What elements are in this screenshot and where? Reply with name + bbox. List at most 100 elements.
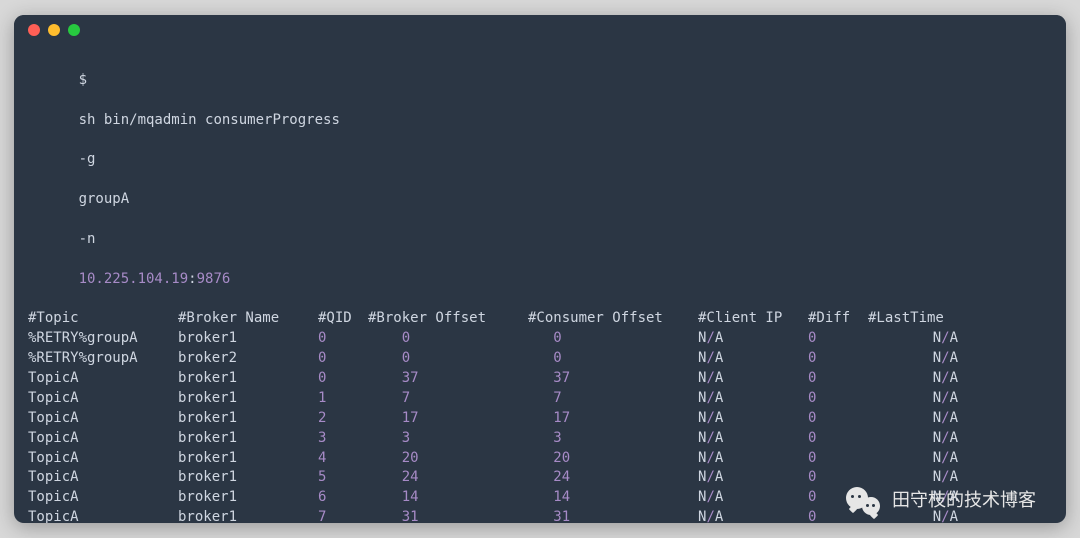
- cell-topic: TopicA: [28, 488, 178, 508]
- numeric-value: 0: [528, 329, 698, 349]
- numeric-value: 3: [528, 429, 698, 449]
- cell-topic: TopicA: [28, 508, 178, 523]
- numeric-value: 17: [368, 409, 528, 429]
- numeric-value: 24: [368, 468, 528, 488]
- numeric-value: 2: [318, 409, 368, 429]
- numeric-value: 0: [528, 349, 698, 369]
- numeric-value: 14: [528, 488, 698, 508]
- numeric-value: 17: [528, 409, 698, 429]
- cell-topic: TopicA: [28, 389, 178, 409]
- numeric-value: 7: [318, 508, 368, 523]
- numeric-value: 1: [318, 389, 368, 409]
- na-value: N/A: [698, 429, 808, 449]
- na-value: N/A: [698, 329, 808, 349]
- numeric-value: 4: [318, 449, 368, 469]
- numeric-value: 20: [368, 449, 528, 469]
- na-value: N/A: [698, 468, 808, 488]
- na-value: N/A: [868, 369, 958, 389]
- na-value: N/A: [868, 449, 958, 469]
- numeric-value: 31: [368, 508, 528, 523]
- header-diff: #Diff: [808, 309, 868, 329]
- table-row: TopicAbroker16 14 14N/A0N/A: [28, 488, 1052, 508]
- cell-broker: broker1: [178, 389, 318, 409]
- numeric-value: 0: [808, 449, 868, 469]
- flag-g: -g: [79, 151, 96, 167]
- na-value: N/A: [868, 349, 958, 369]
- header-broker-name: #Broker Name: [178, 309, 318, 329]
- na-value: N/A: [868, 508, 958, 523]
- cell-topic: TopicA: [28, 409, 178, 429]
- header-consumer-offset: #Consumer Offset: [528, 309, 698, 329]
- numeric-value: 31: [528, 508, 698, 523]
- arg-group: groupA: [79, 191, 130, 207]
- numeric-value: 0: [318, 369, 368, 389]
- header-last-time: #LastTime: [868, 309, 958, 329]
- numeric-value: 0: [368, 329, 528, 349]
- table-row: TopicAbroker12 17 17N/A0N/A: [28, 409, 1052, 429]
- numeric-value: 5: [318, 468, 368, 488]
- window-minimize-button[interactable]: [48, 24, 60, 36]
- numeric-value: 0: [808, 369, 868, 389]
- numeric-value: 7: [528, 389, 698, 409]
- cell-topic: %RETRY%groupA: [28, 329, 178, 349]
- table-row: %RETRY%groupAbroker20 0 0N/A0N/A: [28, 349, 1052, 369]
- numeric-value: 0: [808, 329, 868, 349]
- numeric-value: 0: [808, 508, 868, 523]
- numeric-value: 0: [808, 488, 868, 508]
- cell-broker: broker1: [178, 329, 318, 349]
- titlebar: [14, 15, 1066, 45]
- cell-topic: TopicA: [28, 468, 178, 488]
- numeric-value: 0: [808, 349, 868, 369]
- header-qid: #QID: [318, 309, 368, 329]
- numeric-value: 0: [808, 409, 868, 429]
- numeric-value: 20: [528, 449, 698, 469]
- na-value: N/A: [868, 429, 958, 449]
- table-body: %RETRY%groupAbroker10 0 0N/A0N/A%RETRY%g…: [28, 329, 1052, 523]
- command-line: $ sh bin/mqadmin consumerProgress -g gro…: [28, 51, 1052, 309]
- numeric-value: 6: [318, 488, 368, 508]
- numeric-value: 7: [368, 389, 528, 409]
- table-row: TopicAbroker17 31 31N/A0N/A: [28, 508, 1052, 523]
- na-value: N/A: [698, 508, 808, 523]
- na-value: N/A: [868, 329, 958, 349]
- na-value: N/A: [698, 389, 808, 409]
- numeric-value: 3: [368, 429, 528, 449]
- numeric-value: 0: [808, 429, 868, 449]
- cell-broker: broker2: [178, 349, 318, 369]
- na-value: N/A: [868, 488, 958, 508]
- table-row: %RETRY%groupAbroker10 0 0N/A0N/A: [28, 329, 1052, 349]
- numeric-value: 14: [368, 488, 528, 508]
- table-row: TopicAbroker11 7 7N/A0N/A: [28, 389, 1052, 409]
- cell-broker: broker1: [178, 468, 318, 488]
- table-row: TopicAbroker14 20 20N/A0N/A: [28, 449, 1052, 469]
- na-value: N/A: [698, 349, 808, 369]
- na-value: N/A: [698, 409, 808, 429]
- window-maximize-button[interactable]: [68, 24, 80, 36]
- numeric-value: 0: [368, 349, 528, 369]
- cell-broker: broker1: [178, 369, 318, 389]
- flag-n: -n: [79, 231, 96, 247]
- shell-prompt: $: [79, 72, 87, 88]
- arg-ip: 10.225.104.19: [79, 271, 189, 287]
- numeric-value: 24: [528, 468, 698, 488]
- numeric-value: 0: [808, 389, 868, 409]
- header-broker-offset: #Broker Offset: [368, 309, 528, 329]
- cell-topic: TopicA: [28, 449, 178, 469]
- table-row: TopicAbroker10 37 37N/A0N/A: [28, 369, 1052, 389]
- cell-broker: broker1: [178, 508, 318, 523]
- colon: :: [188, 271, 196, 287]
- window-close-button[interactable]: [28, 24, 40, 36]
- na-value: N/A: [868, 468, 958, 488]
- table-header-row: #Topic #Broker Name #QID #Broker Offset …: [28, 309, 1052, 329]
- table-row: TopicAbroker15 24 24N/A0N/A: [28, 468, 1052, 488]
- na-value: N/A: [698, 449, 808, 469]
- header-client-ip: #Client IP: [698, 309, 808, 329]
- cell-topic: %RETRY%groupA: [28, 349, 178, 369]
- command-text: sh bin/mqadmin consumerProgress: [79, 112, 340, 128]
- numeric-value: 37: [368, 369, 528, 389]
- cell-broker: broker1: [178, 449, 318, 469]
- numeric-value: 3: [318, 429, 368, 449]
- cell-broker: broker1: [178, 429, 318, 449]
- terminal-body[interactable]: $ sh bin/mqadmin consumerProgress -g gro…: [14, 45, 1066, 523]
- numeric-value: 0: [318, 329, 368, 349]
